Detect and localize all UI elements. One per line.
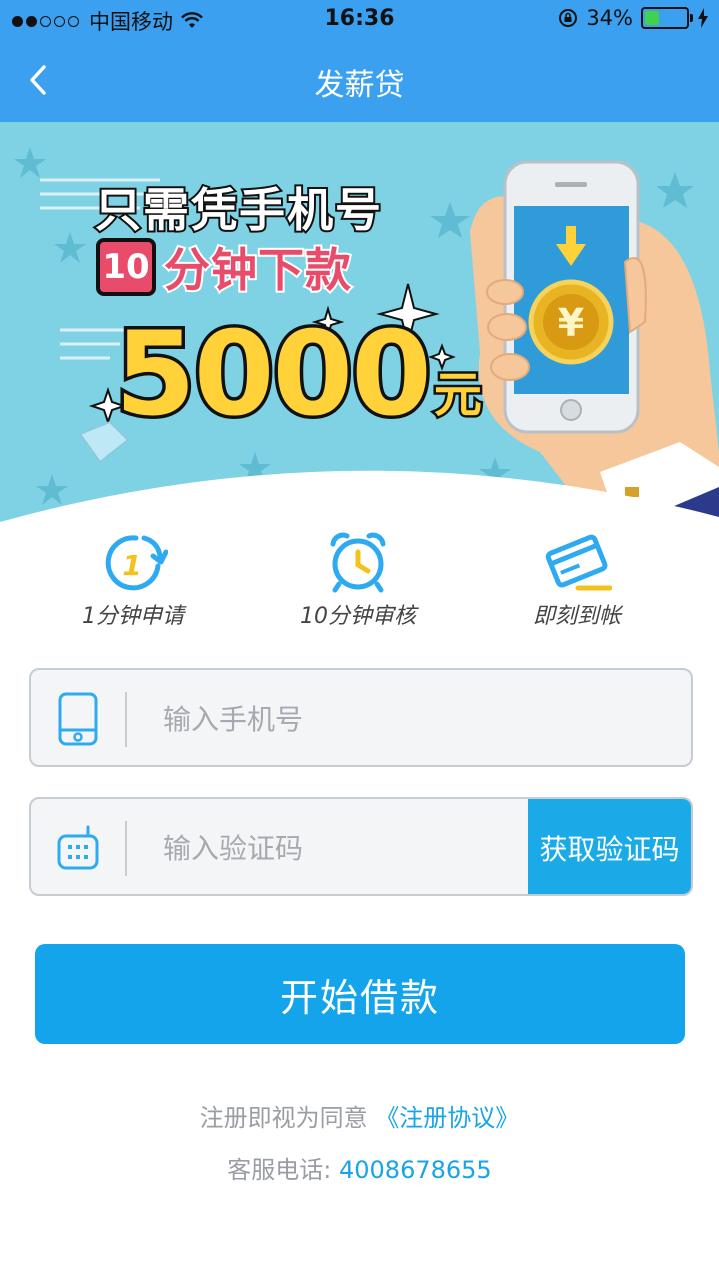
agreement-line: 注册即视为同意 《注册协议》 <box>0 1098 719 1133</box>
feature-review-label: 10分钟审核 <box>300 604 416 629</box>
feature-review: 10分钟审核 <box>258 530 458 630</box>
banner-badge: 10 <box>96 238 156 296</box>
code-field: 获取验证码 <box>29 797 693 896</box>
status-bar: 中国移动 16:36 34% <box>0 0 719 40</box>
page-title: 发薪贷 <box>314 68 405 103</box>
rotation-lock-icon <box>559 9 578 27</box>
banner-headline: 只需凭手机号 <box>93 181 383 239</box>
banner-subheadline-text: 分钟下款 <box>162 241 353 299</box>
mobile-phone-icon <box>55 692 101 746</box>
svg-text:¥: ¥ <box>558 301 584 345</box>
battery-icon <box>641 7 693 29</box>
get-code-button[interactable]: 获取验证码 <box>528 799 691 894</box>
service-prefix: 客服电话: <box>227 1156 339 1184</box>
battery-percent: 34% <box>586 6 633 30</box>
start-borrowing-button[interactable]: 开始借款 <box>35 944 685 1044</box>
promo-banner: ¥ 只需凭手机号 10 分钟下款 5000 元 <box>0 122 719 530</box>
nav-bar: 发薪贷 <box>0 40 719 122</box>
agreement-prefix: 注册即视为同意 <box>199 1104 368 1132</box>
credit-card-icon <box>545 534 612 591</box>
feature-arrival: 即刻到帐 <box>477 530 677 630</box>
clock-1-icon: 1 <box>105 535 168 591</box>
amount-unit: 元 <box>431 365 484 426</box>
verification-code-input[interactable] <box>163 821 513 876</box>
feature-apply-label: 1分钟申请 <box>82 604 184 629</box>
alarm-clock-icon <box>330 532 386 593</box>
amount-number: 5000 <box>112 307 436 442</box>
phone-field-divider <box>125 692 127 747</box>
header: 中国移动 16:36 34% 发薪贷 <box>0 0 719 122</box>
status-right: 34% <box>558 6 709 30</box>
phone-field <box>29 668 693 767</box>
svg-text:1: 1 <box>122 549 141 582</box>
service-phone-link[interactable]: 4008678655 <box>339 1156 492 1184</box>
feature-apply: 1 1分钟申请 <box>33 530 233 630</box>
agreement-link[interactable]: 《注册协议》 <box>375 1104 519 1132</box>
charging-icon <box>698 8 708 28</box>
customer-service-line: 客服电话: 4008678655 <box>0 1150 719 1185</box>
banner-subheadline: 10 分钟下款 <box>96 234 353 300</box>
feature-arrival-label: 即刻到帐 <box>532 604 621 629</box>
banner-amount: 5000 元 <box>112 307 485 442</box>
keypad-phone-icon <box>55 821 101 875</box>
feature-row: 1 1分钟申请 10分钟审核 即刻到帐 <box>0 530 719 630</box>
code-field-divider <box>125 821 127 876</box>
phone-input[interactable] <box>163 692 663 747</box>
